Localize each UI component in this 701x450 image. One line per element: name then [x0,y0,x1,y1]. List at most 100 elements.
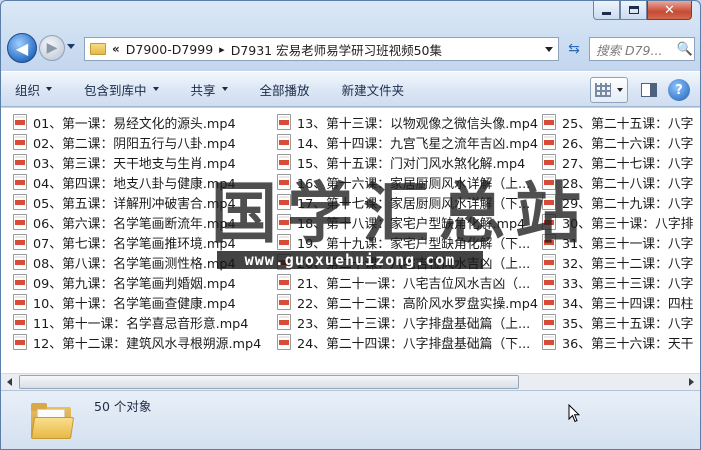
file-item[interactable]: 11、第十一课：名学喜忌音形意.mp4 [13,312,261,332]
file-name: 16、第十六课：家居厨厕风水详解（上... [297,176,531,192]
file-item[interactable]: 36、第三十六课：天干 [542,332,693,352]
file-item[interactable]: 14、第十四课：九宫飞星之流年吉凶.mp4 [277,132,538,152]
video-file-icon [277,154,291,170]
file-item[interactable]: 12、第十二课：建筑风水寻根朔源.mp4 [13,332,261,352]
include-in-library-menu[interactable]: 包含到库中 [84,80,159,99]
video-file-icon [277,294,291,310]
caption-buttons: ✕ [593,1,692,20]
minimize-button[interactable] [593,1,620,20]
folder-icon [90,43,106,55]
preview-pane-button[interactable] [636,77,662,103]
address-history-dropdown[interactable] [540,38,558,60]
file-item[interactable]: 31、第三十一课：八字 [542,232,693,252]
video-file-icon [13,294,27,310]
file-name: 35、第三十五课：八字 [562,316,694,332]
file-item[interactable]: 28、第二十八课：八字 [542,172,693,192]
help-button[interactable]: ? [668,79,690,101]
minimize-icon [602,11,611,15]
chevron-right-icon [689,378,694,386]
file-item[interactable]: 16、第十六课：家居厨厕风水详解（上... [277,172,538,192]
file-item[interactable]: 10、第十课：名学笔画查健康.mp4 [13,292,261,312]
video-file-icon [277,234,291,250]
search-box[interactable]: 搜索 D79... 🔍 [589,37,695,61]
file-item[interactable]: 06、第六课：名学笔画断流年.mp4 [13,212,261,232]
file-item[interactable]: 29、第二十九课：八字 [542,192,693,212]
file-item[interactable]: 20、第二十课：八宅吉位风水吉凶（上... [277,252,538,272]
recent-pages-dropdown[interactable] [67,44,75,49]
organize-menu[interactable]: 组织 [15,80,53,99]
file-item[interactable]: 02、第二课：阴阳五行与八卦.mp4 [13,132,261,152]
back-button[interactable]: ◀ [7,33,37,63]
file-item[interactable]: 09、第九课：名学笔画判婚姻.mp4 [13,272,261,292]
file-name: 14、第十四课：九宫飞星之流年吉凶.mp4 [297,136,539,152]
file-item[interactable]: 04、第四课：地支八卦与健康.mp4 [13,172,261,192]
chevron-left-icon [7,378,12,386]
video-file-icon [13,114,27,130]
file-item[interactable]: 05、第五课：详解刑冲破害合.mp4 [13,192,261,212]
file-name: 29、第二十九课：八字 [562,196,694,212]
file-name: 28、第二十八课：八字 [562,176,694,192]
file-name: 11、第十一课：名学喜忌音形意.mp4 [33,316,249,332]
include-in-library-label: 包含到库中 [84,82,147,98]
details-pane: 50 个对象 [1,390,700,449]
video-file-icon [542,254,556,270]
file-item[interactable]: 03、第三课：天干地支与生肖.mp4 [13,152,261,172]
file-item[interactable]: 13、第十三课：以物观像之微信头像.mp4 [277,112,538,132]
play-all-button[interactable]: 全部播放 [260,80,310,99]
file-name: 24、第二十四课：八字排盘基础篇（下... [297,336,531,352]
breadcrumb-separator-icon[interactable]: ▸ [219,43,225,56]
file-item[interactable]: 27、第二十七课：八字 [542,152,693,172]
video-file-icon [277,274,291,290]
file-item[interactable]: 21、第二十一课：八宅吉位风水吉凶（... [277,272,538,292]
refresh-icon: ⇆ [568,41,580,57]
horizontal-scrollbar[interactable] [1,373,700,390]
file-list[interactable]: 01、第一课：易经文化的源头.mp4 02、第二课：阴阳五行与八卦.mp4 03、第… [1,108,700,373]
file-item[interactable]: 34、第三十四课：四柱 [542,292,693,312]
scroll-left-button[interactable] [1,374,18,390]
file-item[interactable]: 19、第十九课：家宅户型缺角化解（下... [277,232,538,252]
forward-button[interactable]: ▶ [39,35,65,61]
file-item[interactable]: 18、第十八课：家宅户型缺角化解.mp4 [277,212,538,232]
search-icon[interactable]: 🔍 [676,42,694,57]
view-options-icon [595,83,611,97]
share-menu[interactable]: 共享 [191,80,228,99]
file-name: 02、第二课：阴阳五行与八卦.mp4 [33,136,236,152]
new-folder-button[interactable]: 新建文件夹 [342,80,405,99]
file-item[interactable]: 32、第三十二课：八字 [542,252,693,272]
file-item[interactable]: 22、第二十二课：高阶风水罗盘实操.mp4 [277,292,538,312]
file-item[interactable]: 33、第三十三课：八字 [542,272,693,292]
chevron-down-icon [617,88,623,92]
file-item[interactable]: 30、第三十课：八字排 [542,212,693,232]
file-item[interactable]: 15、第十五课：门对门风水煞化解.mp4 [277,152,538,172]
breadcrumb-overflow-chevron[interactable]: « [112,42,120,56]
file-item[interactable]: 25、第二十五课：八字 [542,112,693,132]
file-item[interactable]: 23、第二十三课：八字排盘基础篇（上... [277,312,538,332]
file-name: 08、第八课：名学笔画测性格.mp4 [33,256,236,272]
file-item[interactable]: 17、第十七课：家居厨厕风水详解（下... [277,192,538,212]
file-name: 20、第二十课：八宅吉位风水吉凶（上... [297,256,531,272]
file-name: 05、第五课：详解刑冲破害合.mp4 [33,196,236,212]
search-input[interactable]: 搜索 D79... [596,40,676,59]
file-name: 21、第二十一课：八宅吉位风水吉凶（... [297,276,531,292]
file-item[interactable]: 26、第二十六课：八字 [542,132,693,152]
video-file-icon [13,334,27,350]
close-button[interactable]: ✕ [647,1,692,20]
file-item[interactable]: 08、第八课：名学笔画测性格.mp4 [13,252,261,272]
breadcrumb-item-current[interactable]: D7931 宏易老师易学研习班视频50集 [231,40,442,59]
organize-label: 组织 [15,82,41,98]
address-bar[interactable]: « D7900-D7999 ▸ D7931 宏易老师易学研习班视频50集 [84,37,559,61]
maximize-button[interactable] [620,1,647,20]
change-view-button[interactable] [590,77,628,103]
video-file-icon [13,174,27,190]
scroll-right-button[interactable] [683,374,700,390]
refresh-button[interactable]: ⇆ [563,37,585,61]
file-item[interactable]: 24、第二十四课：八字排盘基础篇（下... [277,332,538,352]
file-name: 13、第十三课：以物观像之微信头像.mp4 [297,116,539,132]
video-file-icon [277,254,291,270]
file-column-2: 13、第十三课：以物观像之微信头像.mp4 14、第十四课：九宫飞星之流年吉凶.m… [277,112,538,352]
breadcrumb-item-parent[interactable]: D7900-D7999 [126,42,213,57]
file-item[interactable]: 01、第一课：易经文化的源头.mp4 [13,112,261,132]
scrollbar-thumb[interactable] [19,375,519,389]
file-item[interactable]: 35、第三十五课：八字 [542,312,693,332]
file-item[interactable]: 07、第七课：名学笔画推环境.mp4 [13,232,261,252]
